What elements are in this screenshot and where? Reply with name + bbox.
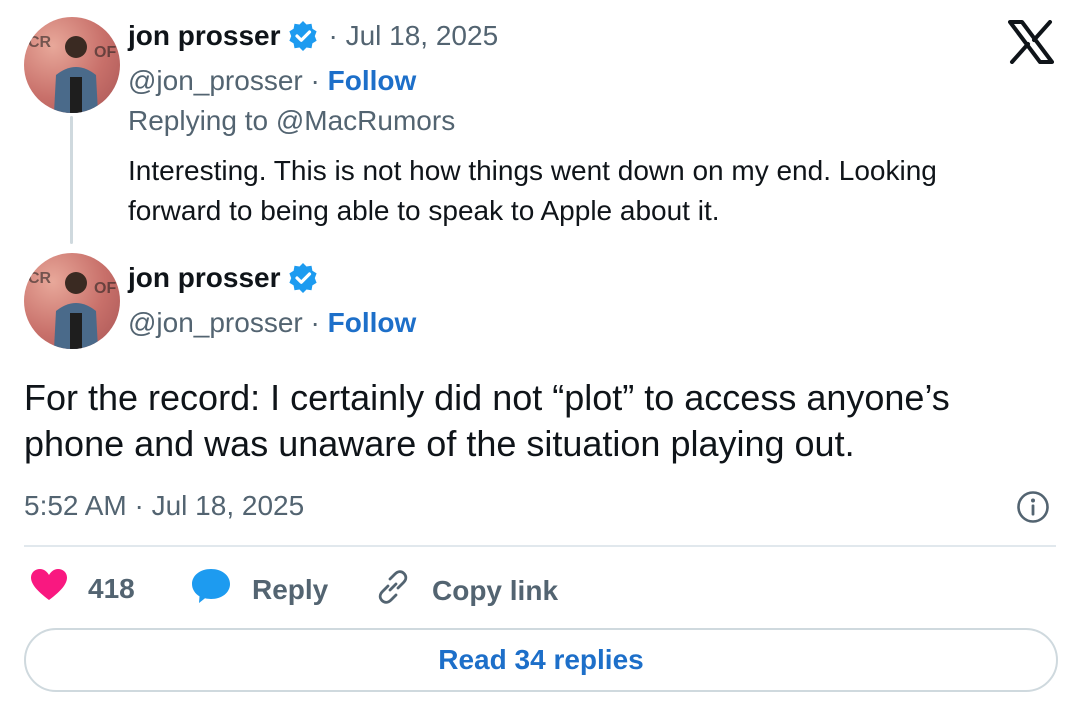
- like-button[interactable]: 418: [30, 568, 135, 609]
- separator: ·: [310, 65, 320, 96]
- separator: ·: [310, 307, 320, 338]
- author-header: jon prosser: [128, 262, 318, 294]
- author-header: jon prosser · Jul 18, 2025: [128, 20, 498, 52]
- svg-text:CR: CR: [28, 270, 52, 287]
- reply-text-line: forward to being able to speak to Apple …: [128, 195, 720, 226]
- reply-label: Reply: [252, 573, 329, 605]
- tweet-text-line: phone and was unaware of the situation p…: [24, 423, 855, 464]
- reply-text: Interesting. This is not how things went…: [128, 151, 937, 231]
- author-name[interactable]: jon prosser: [128, 262, 280, 294]
- svg-text:CR: CR: [28, 34, 52, 51]
- post-date[interactable]: · Jul 18, 2025: [328, 20, 498, 52]
- svg-text:OF: OF: [94, 44, 116, 61]
- info-icon[interactable]: [1016, 490, 1050, 524]
- heart-icon: [30, 568, 68, 609]
- author-handle[interactable]: @jon_prosser: [128, 65, 303, 96]
- copy-link-label: Copy link: [432, 574, 559, 606]
- tweet-text: For the record: I certainly did not “plo…: [24, 375, 950, 467]
- divider: [24, 545, 1056, 547]
- handle-row: @jon_prosser · Follow: [128, 307, 416, 339]
- author-name[interactable]: jon prosser: [128, 20, 280, 52]
- like-count: 418: [88, 572, 135, 604]
- tweet-text-line: For the record: I certainly did not “plo…: [24, 377, 950, 418]
- post-timestamp[interactable]: 5:52 AM · Jul 18, 2025: [24, 490, 304, 522]
- link-icon: [374, 568, 412, 613]
- reply-button[interactable]: Reply: [190, 567, 328, 612]
- avatar[interactable]: CR OF: [24, 253, 120, 349]
- svg-text:OF: OF: [94, 280, 116, 297]
- follow-button[interactable]: Follow: [328, 65, 417, 96]
- author-handle[interactable]: @jon_prosser: [128, 307, 303, 338]
- handle-row: @jon_prosser · Follow: [128, 65, 416, 97]
- thread-line: [70, 116, 73, 244]
- verified-badge-icon: [288, 263, 318, 293]
- reply-text-line: Interesting. This is not how things went…: [128, 155, 937, 186]
- x-logo-icon[interactable]: [1008, 20, 1054, 64]
- verified-badge-icon: [288, 21, 318, 51]
- avatar[interactable]: CR OF: [24, 17, 120, 113]
- replying-to[interactable]: Replying to @MacRumors: [128, 105, 455, 137]
- copy-link-button[interactable]: Copy link: [374, 568, 558, 613]
- speech-bubble-icon: [190, 567, 232, 612]
- follow-button[interactable]: Follow: [328, 307, 417, 338]
- read-replies-button[interactable]: Read 34 replies: [24, 628, 1058, 692]
- read-replies-label: Read 34 replies: [438, 644, 644, 675]
